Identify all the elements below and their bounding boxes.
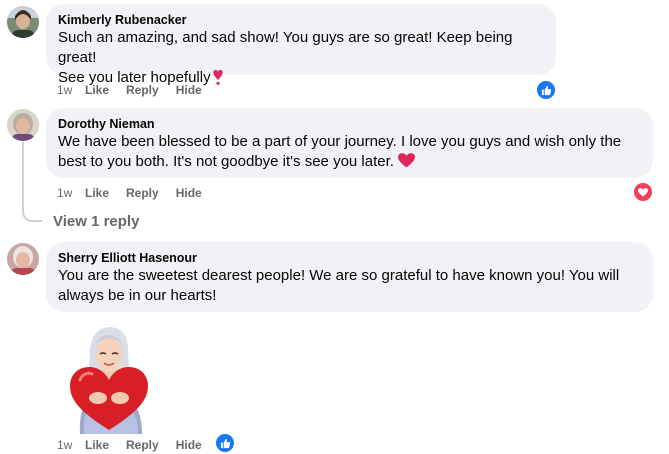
comment-bubble: Dorothy Nieman We have been blessed to b… bbox=[46, 108, 653, 178]
comment-text-line-wrapper: best to you both. It's not goodbye it's … bbox=[58, 152, 641, 172]
reply-link[interactable]: Reply bbox=[126, 83, 159, 97]
comment-author[interactable]: Kimberly Rubenacker bbox=[58, 12, 544, 28]
thread-connector bbox=[22, 206, 42, 222]
comment-bubble: Sherry Elliott Hasenour You are the swee… bbox=[46, 242, 653, 312]
comment-text-line: always be in our hearts! bbox=[58, 287, 217, 304]
avatar-photo-icon bbox=[7, 243, 39, 275]
reply-link[interactable]: Reply bbox=[126, 186, 159, 200]
comment-timestamp[interactable]: 1w bbox=[57, 438, 85, 452]
hide-link[interactable]: Hide bbox=[176, 83, 202, 97]
view-replies-link[interactable]: View 1 reply bbox=[53, 213, 139, 230]
comment-bubble: Kimberly Rubenacker Such an amazing, and… bbox=[46, 4, 556, 86]
comment-text-line: We have been blessed to be a part of you… bbox=[58, 133, 622, 150]
comment-timestamp[interactable]: 1w bbox=[57, 186, 85, 200]
comment-actions: 1w Like Reply Hide bbox=[57, 82, 219, 98]
like-icon[interactable] bbox=[535, 79, 557, 101]
like-link[interactable]: Like bbox=[85, 438, 109, 452]
like-link[interactable]: Like bbox=[85, 186, 109, 200]
red-heart-icon bbox=[398, 153, 416, 168]
comment-text-line: Such an amazing, and sad show! You guys … bbox=[58, 29, 513, 66]
avatar-photo-icon bbox=[7, 6, 39, 38]
avatar[interactable] bbox=[7, 243, 39, 275]
like-icon[interactable] bbox=[214, 432, 236, 454]
avatar[interactable] bbox=[7, 109, 39, 141]
comment-text-line: You are the sweetest dearest people! We … bbox=[58, 267, 620, 284]
reply-link[interactable]: Reply bbox=[126, 438, 159, 452]
hide-link[interactable]: Hide bbox=[176, 438, 202, 452]
hugging-heart-sticker bbox=[62, 322, 154, 434]
hide-link[interactable]: Hide bbox=[176, 186, 202, 200]
love-icon[interactable] bbox=[632, 181, 654, 203]
avatar-photo-icon bbox=[7, 109, 39, 141]
comment-author[interactable]: Sherry Elliott Hasenour bbox=[58, 250, 641, 266]
comment-actions: 1w Like Reply Hide bbox=[57, 185, 219, 201]
avatar[interactable] bbox=[7, 6, 39, 38]
comment-timestamp[interactable]: 1w bbox=[57, 83, 85, 97]
comment-actions: 1w Like Reply Hide bbox=[57, 437, 219, 453]
comment-text-line: best to you both. It's not goodbye it's … bbox=[58, 153, 394, 170]
comment-author[interactable]: Dorothy Nieman bbox=[58, 116, 641, 132]
like-link[interactable]: Like bbox=[85, 83, 109, 97]
thread-line bbox=[22, 142, 24, 208]
